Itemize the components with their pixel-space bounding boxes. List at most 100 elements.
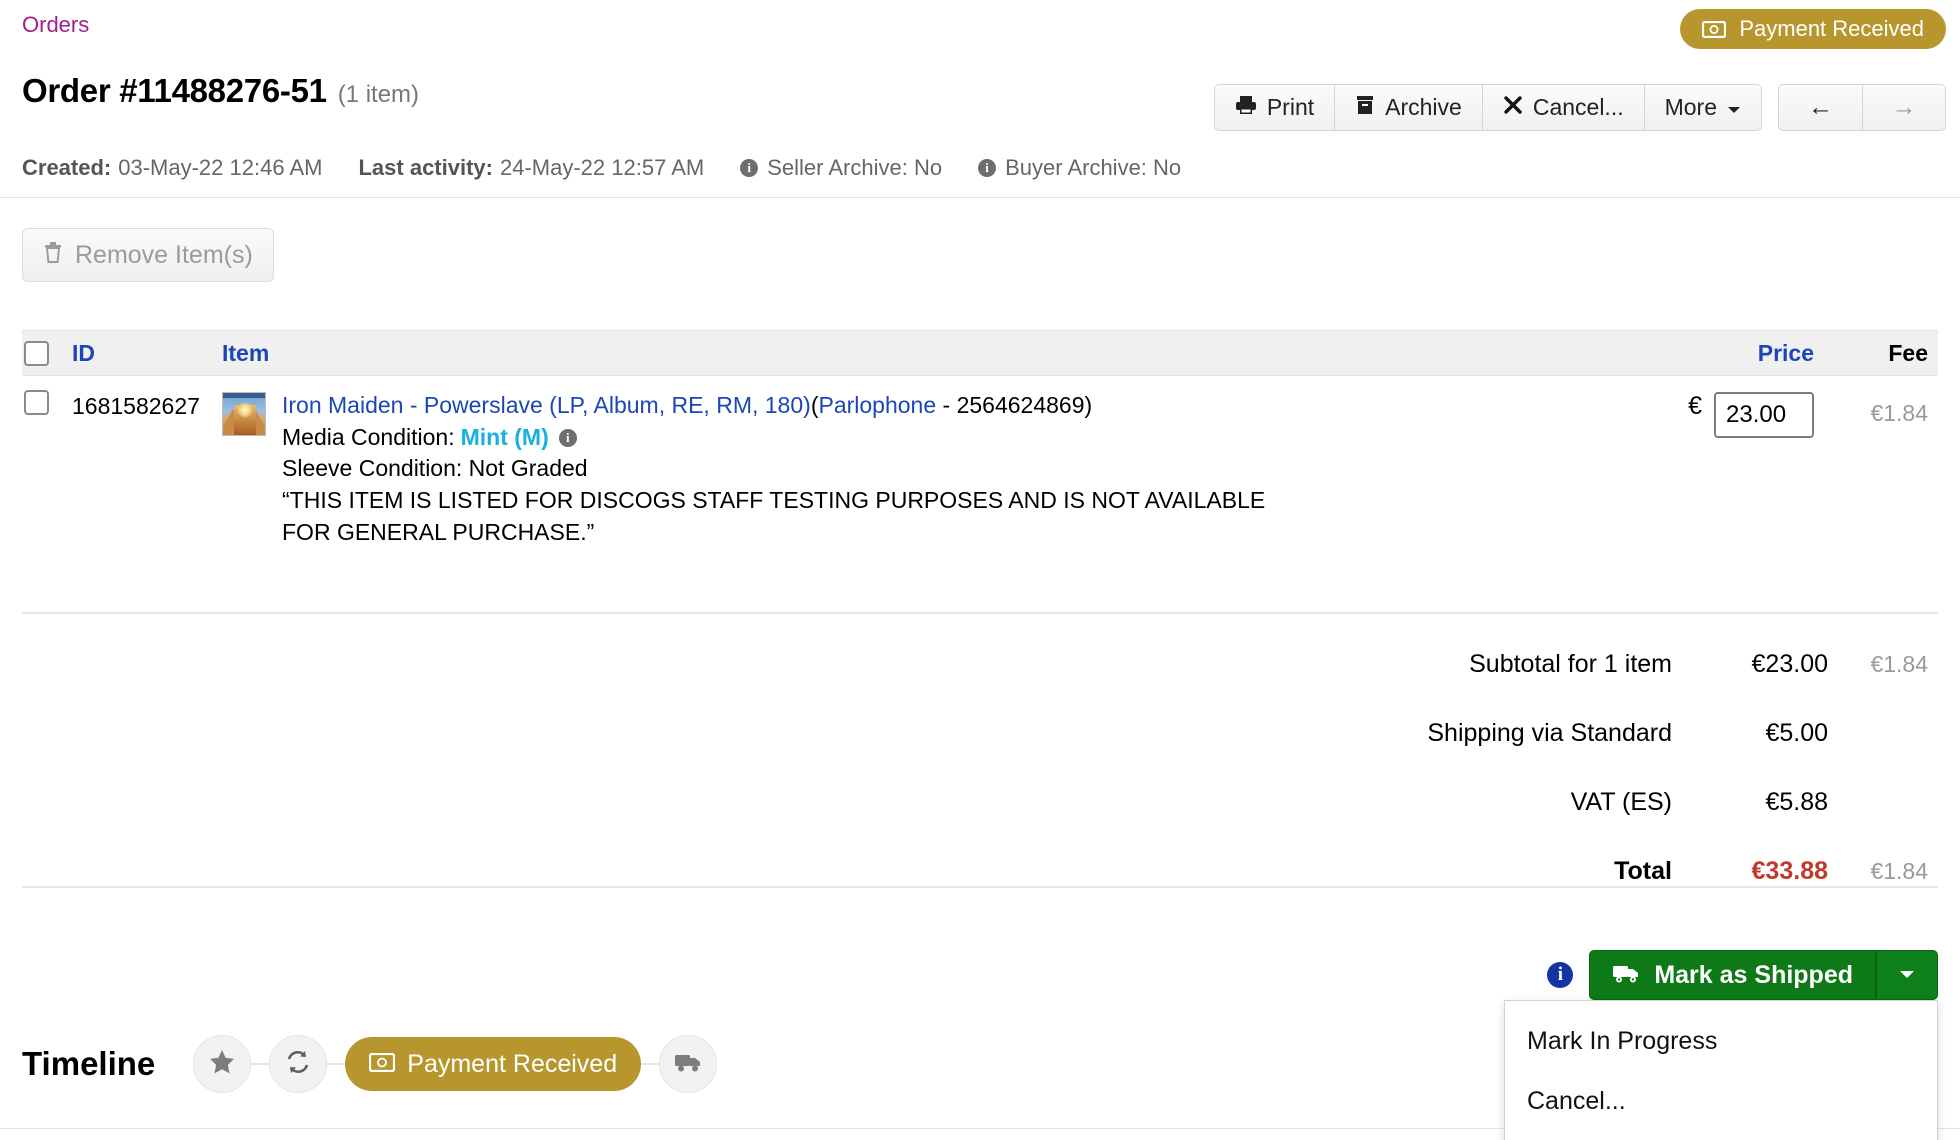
arrow-left-icon: ←: [1808, 93, 1833, 122]
last-activity-label: Last activity:: [358, 155, 493, 181]
release-link[interactable]: Iron Maiden - Powerslave (LP, Album, RE,…: [282, 392, 811, 418]
mark-as-shipped-button[interactable]: Mark as Shipped: [1589, 950, 1876, 1000]
timeline-node-payment-received[interactable]: Payment Received: [345, 1037, 641, 1091]
chevron-down-icon: [1898, 964, 1916, 986]
shipping-label: Shipping via Standard: [1238, 719, 1698, 748]
header-divider: [0, 197, 1960, 198]
column-header-fee: Fee: [1828, 340, 1938, 367]
items-divider: [22, 612, 1938, 614]
item-description: “THIS ITEM IS LISTED FOR DISCOGS STAFF T…: [282, 485, 1312, 548]
created-meta: Created: 03-May-22 12:46 AM: [22, 155, 322, 181]
arrow-right-icon: →: [1892, 93, 1917, 122]
ship-dropdown-menu: Mark In Progress Cancel...: [1504, 1000, 1938, 1140]
order-item-count: (1 item): [338, 81, 419, 109]
breadcrumb-orders[interactable]: Orders: [22, 12, 89, 38]
more-button[interactable]: More: [1644, 84, 1762, 131]
refresh-icon: [285, 1049, 311, 1080]
created-label: Created:: [22, 155, 111, 181]
info-icon[interactable]: i: [1547, 962, 1573, 988]
row-item-cell: Iron Maiden - Powerslave (LP, Album, RE,…: [222, 390, 1538, 549]
truck-icon: [674, 1052, 702, 1077]
column-header-id[interactable]: ID: [72, 340, 222, 367]
subtotal-label: Subtotal for 1 item: [1238, 650, 1698, 679]
sleeve-condition-line: Sleeve Condition: Not Graded: [282, 453, 1538, 485]
totals-row-subtotal: Subtotal for 1 item €23.00 €1.84: [1238, 630, 1938, 699]
table-header-row: ID Item Price Fee: [22, 330, 1938, 376]
archive-label: Archive: [1385, 94, 1462, 121]
item-title-line: Iron Maiden - Powerslave (LP, Album, RE,…: [282, 390, 1538, 422]
subtotal-fee: €1.84: [1828, 651, 1938, 678]
banknote-icon: [369, 1050, 395, 1079]
status-badge[interactable]: Payment Received: [1680, 9, 1946, 49]
timeline-connector: [327, 1063, 345, 1065]
star-icon: [209, 1049, 235, 1079]
column-header-item[interactable]: Item: [222, 340, 1538, 367]
info-icon[interactable]: i: [978, 159, 996, 177]
seller-archive-meta: i Seller Archive: No: [740, 155, 942, 181]
timeline-node-shipped[interactable]: [659, 1035, 717, 1093]
remove-items-button[interactable]: Remove Item(s): [22, 228, 274, 282]
timeline-connector: [251, 1063, 269, 1065]
print-label: Print: [1267, 94, 1314, 121]
cancel-button[interactable]: Cancel...: [1482, 84, 1644, 131]
archive-icon: [1355, 94, 1375, 121]
printer-icon: [1235, 94, 1257, 121]
catalog-number: - 2564624869): [936, 392, 1092, 418]
order-detail-page: Orders Payment Received Order #11488276-…: [0, 0, 1960, 1140]
more-label: More: [1665, 94, 1717, 121]
timeline-node-refresh[interactable]: [269, 1035, 327, 1093]
mark-as-shipped-label: Mark as Shipped: [1654, 961, 1853, 990]
created-value: 03-May-22 12:46 AM: [118, 155, 322, 181]
print-button[interactable]: Print: [1214, 84, 1334, 131]
total-value: €33.88: [1698, 857, 1828, 886]
select-all-cell: [22, 341, 72, 366]
page-title: Order #11488276-51 (1 item): [22, 72, 419, 110]
timeline-title: Timeline: [22, 1045, 155, 1083]
cancel-label: Cancel...: [1533, 94, 1624, 121]
ship-action-area: i Mark as Shipped: [1547, 950, 1938, 1000]
totals-row-shipping: Shipping via Standard €5.00: [1238, 699, 1938, 768]
label-link[interactable]: Parlophone: [818, 392, 936, 418]
subtotal-value: €23.00: [1698, 650, 1828, 679]
totals-row-total: Total €33.88 €1.84: [1238, 837, 1938, 906]
total-label: Total: [1238, 857, 1698, 886]
seller-archive-value: Seller Archive: No: [767, 155, 942, 181]
shipping-value: €5.00: [1698, 719, 1828, 748]
remove-items-label: Remove Item(s): [75, 241, 253, 270]
order-items-table: ID Item Price Fee 1681582627 Iron Maiden: [22, 330, 1938, 559]
vat-label: VAT (ES): [1238, 788, 1698, 817]
buyer-archive-meta: i Buyer Archive: No: [978, 155, 1181, 181]
banknote-icon: [1702, 21, 1726, 38]
info-icon[interactable]: i: [740, 159, 758, 177]
timeline-section: Timeline Payment Received: [22, 1035, 717, 1093]
order-totals: Subtotal for 1 item €23.00 €1.84 Shippin…: [1238, 630, 1938, 906]
timeline-track: Payment Received: [193, 1035, 717, 1093]
next-order-button[interactable]: →: [1862, 84, 1946, 131]
info-icon[interactable]: i: [559, 429, 577, 447]
row-id: 1681582627: [72, 390, 222, 549]
currency-symbol: €: [1688, 392, 1702, 421]
vat-value: €5.88: [1698, 788, 1828, 817]
total-fee: €1.84: [1828, 858, 1938, 885]
price-input[interactable]: [1714, 392, 1814, 438]
ship-dropdown-toggle[interactable]: [1876, 950, 1938, 1000]
row-checkbox[interactable]: [24, 390, 49, 415]
pagination-group: ← →: [1778, 84, 1946, 131]
album-thumbnail[interactable]: [222, 392, 266, 436]
trash-icon: [43, 241, 63, 270]
media-condition-value: Mint (M): [461, 422, 549, 454]
truck-icon: [1612, 961, 1640, 990]
action-button-group: Print Archive Cancel... More: [1214, 84, 1762, 131]
archive-button[interactable]: Archive: [1334, 84, 1482, 131]
totals-row-vat: VAT (ES) €5.88: [1238, 768, 1938, 837]
column-header-price[interactable]: Price: [1538, 340, 1828, 367]
menu-item-cancel[interactable]: Cancel...: [1505, 1071, 1937, 1131]
row-select-cell: [22, 390, 72, 549]
timeline-connector: [641, 1063, 659, 1065]
order-number: Order #11488276-51: [22, 72, 327, 110]
menu-item-mark-in-progress[interactable]: Mark In Progress: [1505, 1011, 1937, 1071]
select-all-checkbox[interactable]: [24, 341, 49, 366]
timeline-node-star[interactable]: [193, 1035, 251, 1093]
previous-order-button[interactable]: ←: [1778, 84, 1862, 131]
order-meta: Created: 03-May-22 12:46 AM Last activit…: [22, 155, 1217, 181]
